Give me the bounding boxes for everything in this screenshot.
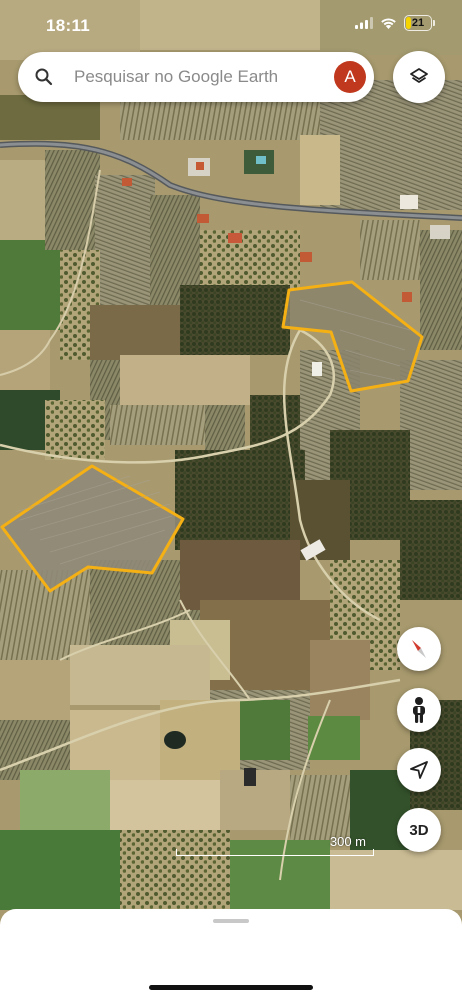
search-icon [35,68,53,86]
pegman-icon [413,697,425,723]
search-placeholder[interactable]: Pesquisar no Google Earth [74,67,278,87]
cellular-signal-icon [355,17,373,29]
toggle-3d-label: 3D [409,821,429,839]
home-indicator [149,985,313,990]
status-time: 18:11 [46,16,91,35]
battery-level: 21 [411,17,425,29]
wifi-icon [381,18,396,29]
battery-tip [433,20,435,26]
battery-icon: 21 [404,15,435,31]
layers-icon [410,68,428,83]
bottom-sheet[interactable] [0,909,462,999]
navigation-arrow-icon [410,761,428,779]
account-avatar[interactable]: A [334,61,366,93]
battery-fill [406,17,411,29]
search-bar[interactable]: Pesquisar no Google Earth A [18,52,374,102]
scale-label: 300 m [329,834,366,849]
my-location-button[interactable] [397,748,441,792]
status-icons: 21 [355,15,435,31]
status-bar: 18:11 21 [0,0,462,50]
toggle-3d-button[interactable]: 3D [397,808,441,852]
scale-line [176,849,374,856]
layers-button[interactable] [393,51,445,103]
street-view-button[interactable] [397,688,441,732]
sheet-drag-handle[interactable] [213,919,249,923]
scale-bar: 300 m [176,834,374,856]
compass-icon [412,640,426,658]
compass-button[interactable] [397,627,441,671]
avatar-letter: A [344,67,356,86]
